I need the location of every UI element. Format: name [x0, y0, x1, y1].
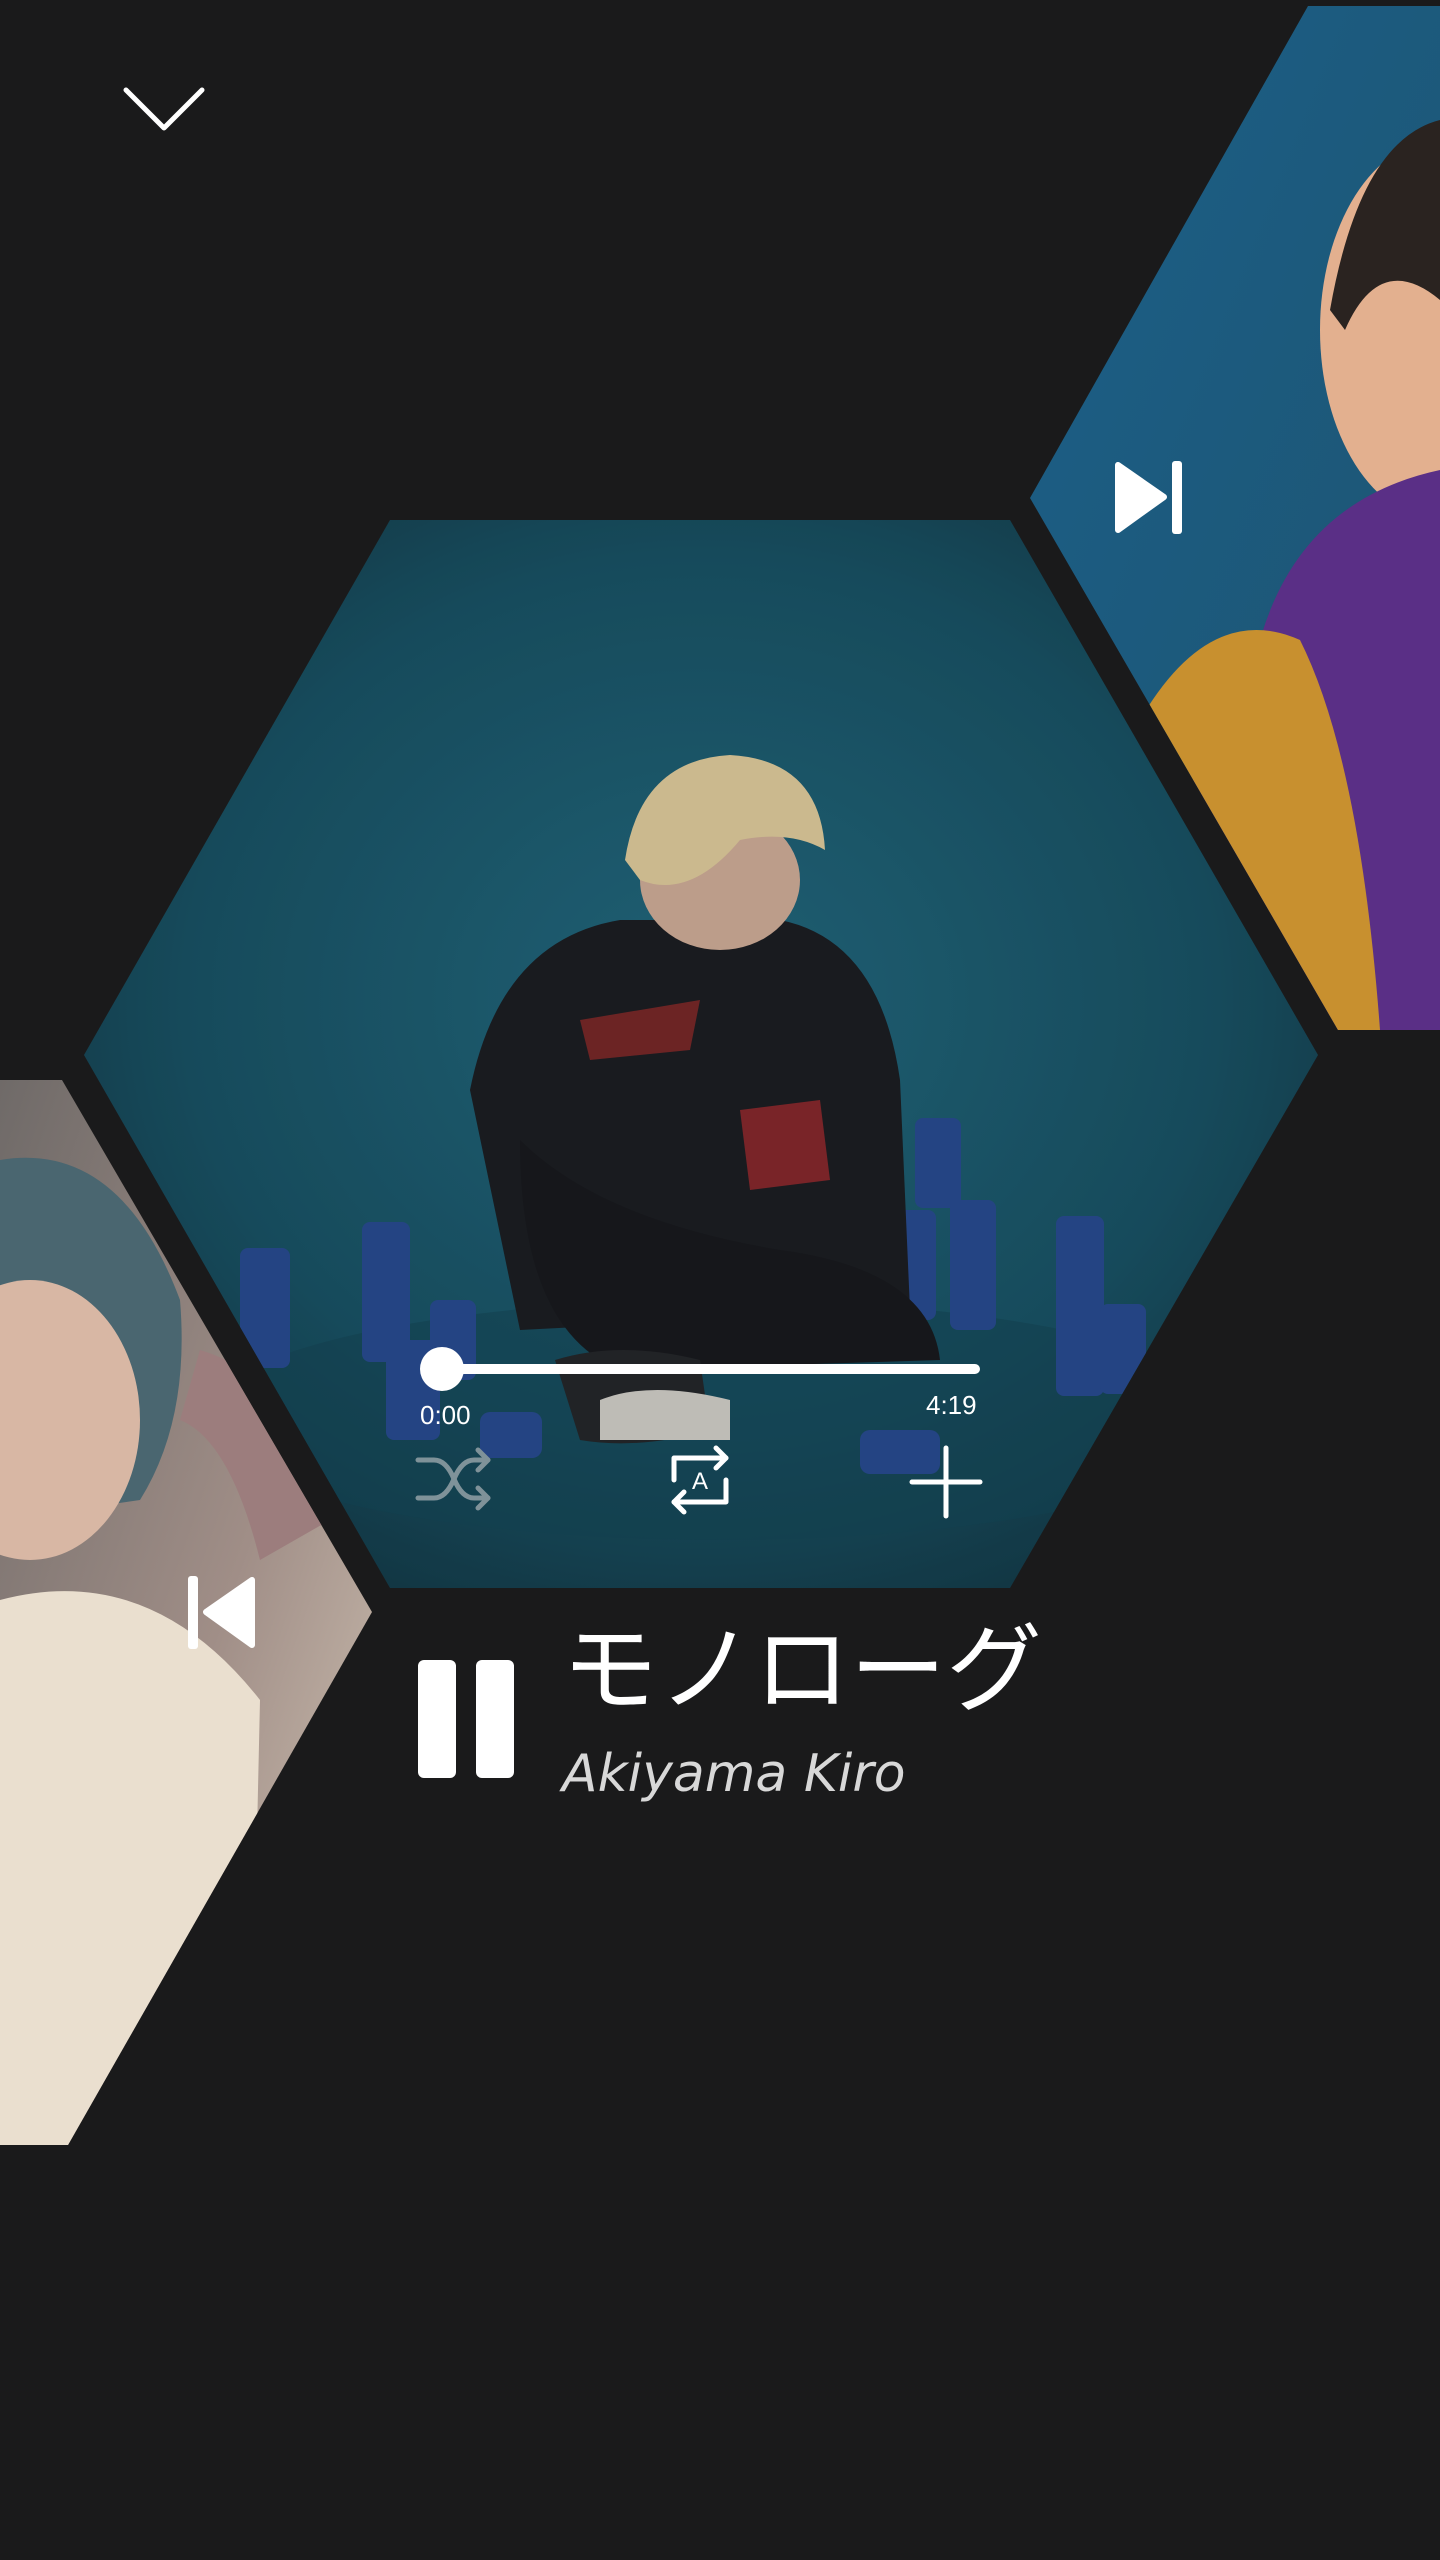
total-duration: 4:19: [926, 1390, 977, 1420]
svg-text:A: A: [692, 1468, 708, 1495]
repeat-icon[interactable]: A: [660, 1442, 740, 1518]
progress-track[interactable]: [440, 1364, 980, 1374]
artist-name: Akiyama Kiro: [562, 1744, 906, 1804]
pause-icon: [418, 1660, 456, 1778]
plus-icon[interactable]: [908, 1444, 984, 1520]
track-title: モノローグ: [562, 1614, 1042, 1726]
chevron-down-icon[interactable]: [120, 82, 208, 142]
album-artwork-carousel: [0, 6, 1440, 2145]
now-playing-screen: 0:00 4:19 A モノローグ Akiyama Kiro: [0, 0, 1440, 2560]
skip-next-icon[interactable]: [1110, 455, 1190, 540]
pause-icon-bar: [476, 1660, 514, 1778]
elapsed-time: 0:00: [420, 1400, 471, 1430]
skip-previous-icon[interactable]: [180, 1570, 260, 1655]
progress-thumb[interactable]: [420, 1347, 464, 1391]
shuffle-icon[interactable]: [414, 1444, 494, 1514]
pause-button[interactable]: [414, 1660, 518, 1778]
playback-progress-slider[interactable]: [420, 1340, 980, 1396]
current-album-artwork: [84, 520, 1318, 1588]
